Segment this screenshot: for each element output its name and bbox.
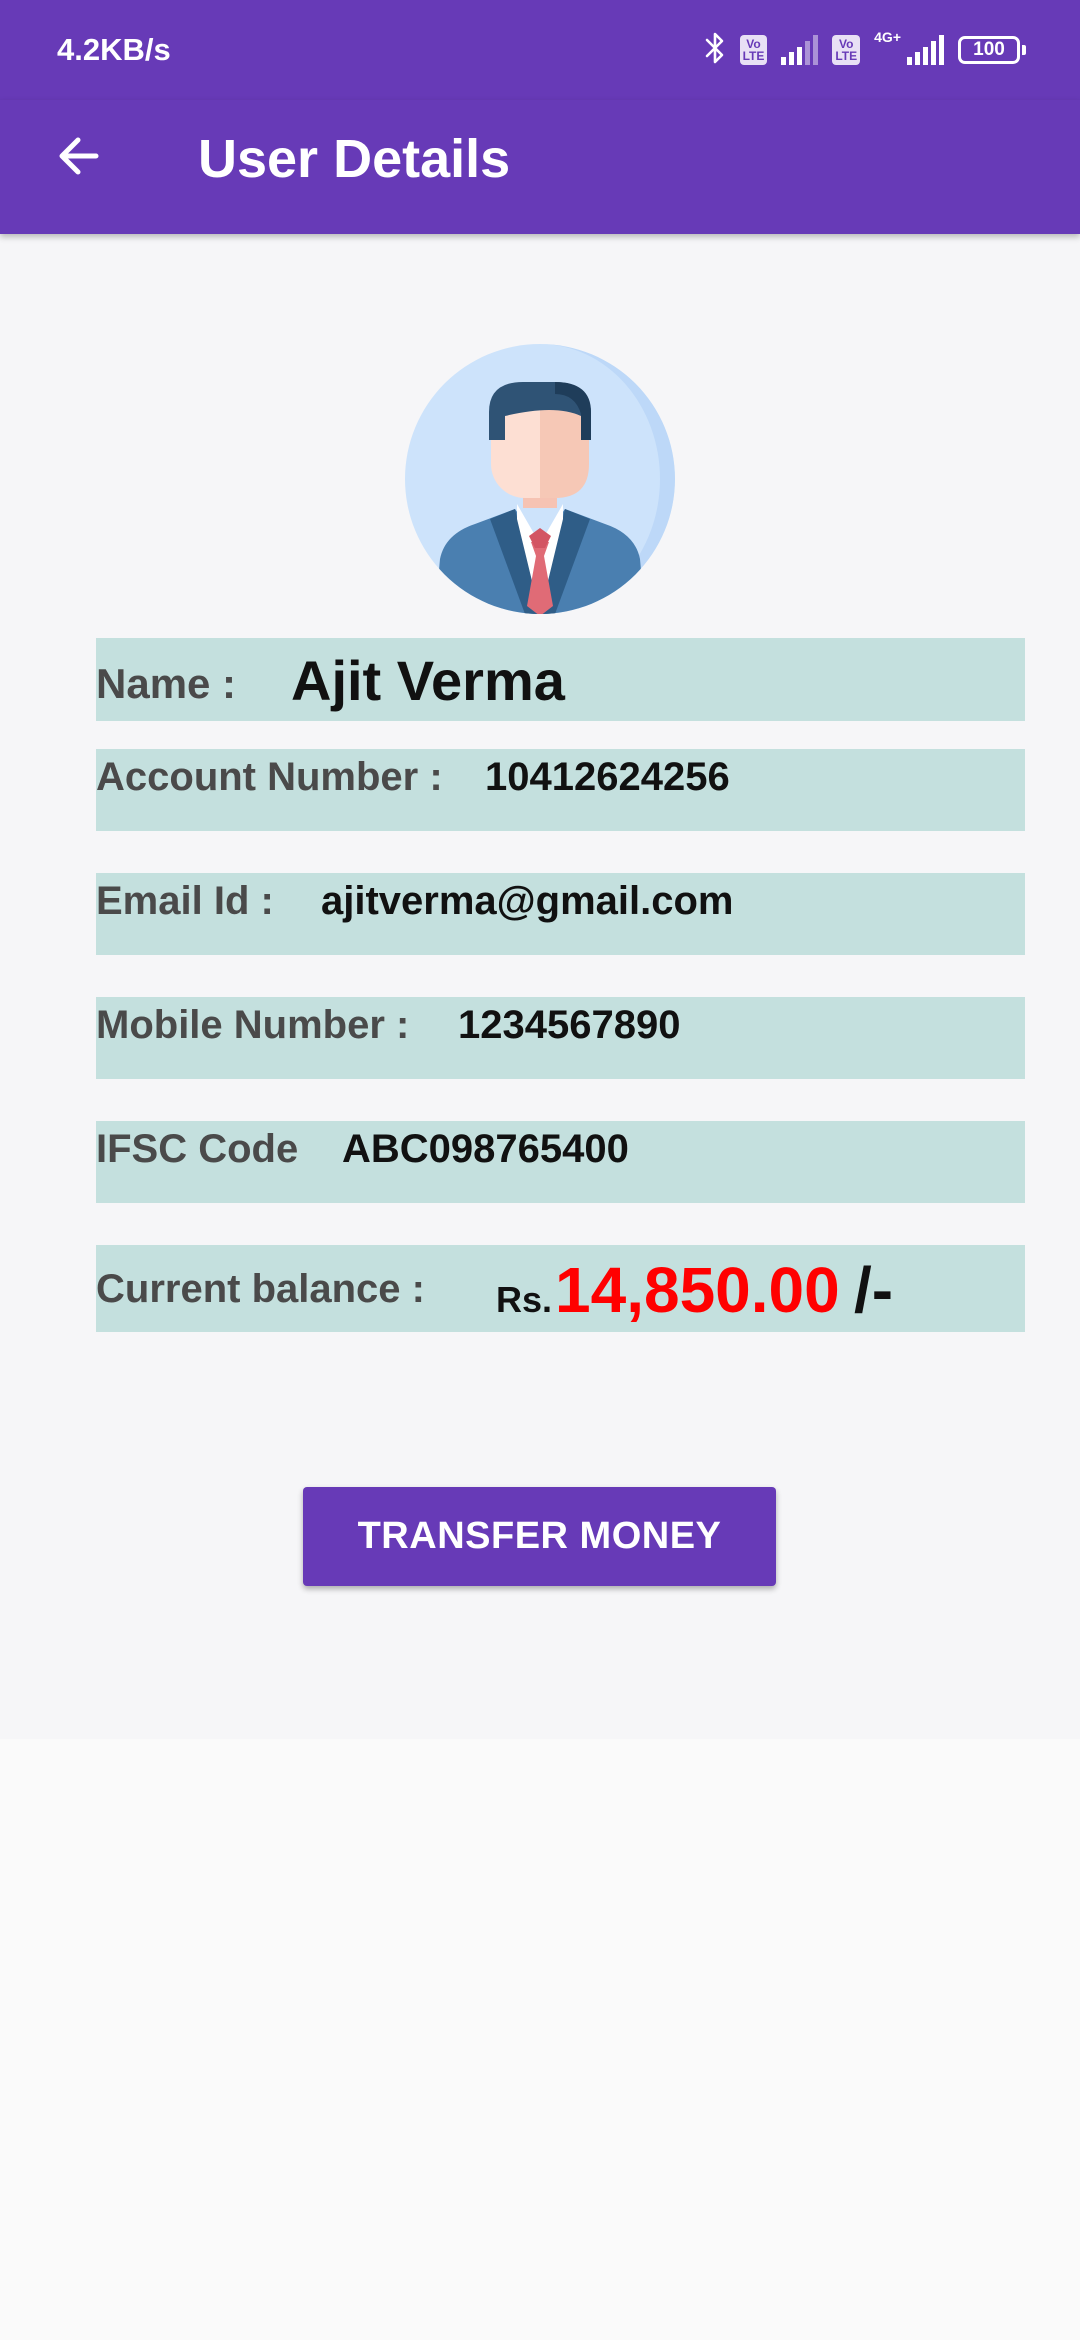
name-row: Name : Ajit Verma [96, 638, 1025, 721]
email-row: Email Id : ajitverma@gmail.com [96, 873, 1025, 955]
email-value: ajitverma@gmail.com [321, 879, 734, 923]
name-label: Name : [96, 660, 237, 707]
mobile-number-row: Mobile Number : 1234567890 [96, 997, 1025, 1079]
back-button[interactable] [40, 120, 116, 196]
businessman-avatar-icon [405, 344, 675, 614]
bluetooth-icon [704, 31, 726, 70]
mobile-number-value: 1234567890 [458, 1003, 681, 1047]
ifsc-row: IFSC Code ABC098765400 [96, 1121, 1025, 1203]
ifsc-value: ABC098765400 [342, 1127, 629, 1171]
balance-currency: Rs. [496, 1279, 553, 1320]
balance-label: Current balance : [96, 1267, 425, 1311]
network-speed: 4.2KB/s [57, 32, 171, 67]
transfer-money-button[interactable]: TRANSFER MONEY [303, 1487, 776, 1586]
status-icons: Vo LTE Vo LTE 4G+ 100 [704, 28, 1026, 72]
balance-amount: 14,850.00 [555, 1254, 840, 1326]
name-value: Ajit Verma [291, 649, 565, 712]
volte-icon: Vo LTE [739, 35, 768, 65]
account-number-value: 10412624256 [485, 755, 730, 799]
email-label: Email Id : [96, 879, 274, 923]
balance-row: Current balance : Rs. 14,850.00 /- [96, 1245, 1025, 1332]
arrow-left-icon [52, 130, 104, 187]
battery-icon: 100 [958, 36, 1026, 64]
page-title: User Details [198, 129, 511, 189]
status-bar: 4.2KB/s Vo LTE Vo LTE 4G+ 100 [0, 0, 1080, 100]
volte-icon: Vo LTE [832, 35, 861, 65]
balance-suffix: /- [854, 1254, 894, 1326]
battery-level: 100 [973, 39, 1005, 60]
account-number-label: Account Number : [96, 755, 443, 799]
signal-icon [907, 35, 944, 65]
mobile-number-label: Mobile Number : [96, 1003, 410, 1047]
ifsc-label: IFSC Code [96, 1127, 299, 1171]
network-type: 4G+ [874, 29, 901, 45]
signal-icon [781, 35, 819, 65]
account-number-row: Account Number : 10412624256 [96, 749, 1025, 831]
app-bar: User Details [0, 100, 1080, 234]
